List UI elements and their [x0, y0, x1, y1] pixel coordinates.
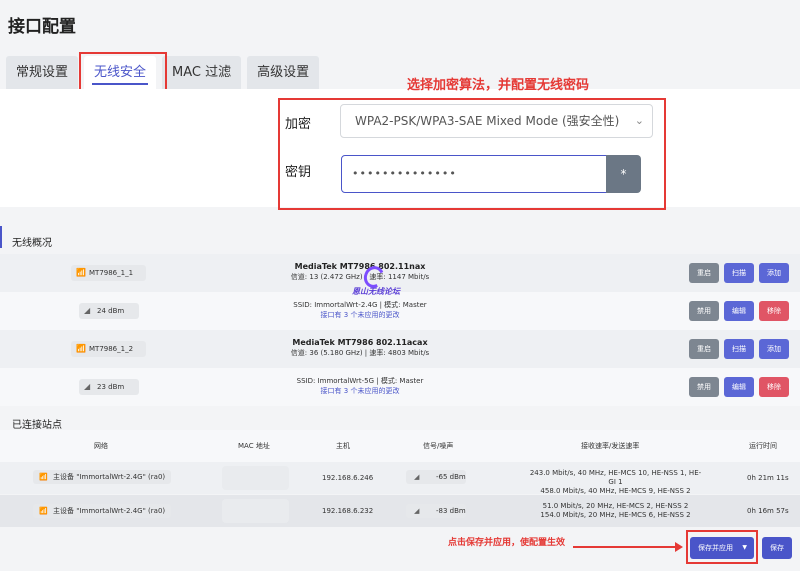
annotation-bottom: 点击保存并应用，使配置生效 — [448, 538, 566, 548]
password-field[interactable]: •••••••••••••• — [341, 155, 607, 193]
table-row: 📶 主设备 "ImmortalWrt-2.4G" (ra0) 192.168.6… — [0, 495, 800, 527]
section-accent-bar — [0, 226, 2, 248]
forum-watermark: 恩山无线论坛 — [352, 263, 400, 302]
page-title: 接口配置 — [8, 17, 76, 37]
interface-info: SSID: ImmortalWrt-2.4G | 模式: Master 接口有 … — [270, 300, 450, 320]
host-cell: 192.168.6.246 — [322, 474, 374, 482]
stations-title: 已连接站点 — [12, 420, 62, 431]
disable-button[interactable]: 禁用 — [689, 301, 719, 321]
edit-button[interactable]: 编辑 — [724, 377, 754, 397]
pending-changes-link[interactable]: 接口有 3 个未应用的更改 — [270, 386, 450, 396]
disable-button[interactable]: 禁用 — [689, 377, 719, 397]
signal-badge: ◢ -65 dBm — [406, 470, 466, 484]
uptime-cell: 0h 21m 11s — [747, 474, 789, 482]
signal-icon: ◢ — [414, 507, 420, 515]
wifi-icon: 📶 — [76, 344, 86, 353]
device-badge: 📶 MT7986_1_2 — [71, 341, 146, 357]
encryption-select[interactable]: WPA2-PSK/WPA3-SAE Mixed Mode (强安全性) ⌄ — [340, 104, 653, 138]
signal-icon: ◢ — [84, 306, 91, 315]
signal-badge: ◢ -83 dBm — [406, 504, 466, 518]
wifi-icon: 📶 — [76, 268, 86, 277]
scan-button[interactable]: 扫描 — [724, 263, 754, 283]
save-and-apply-button[interactable]: 保存并应用 ▼ — [690, 537, 754, 559]
tab-mac-filter[interactable]: MAC 过滤 — [162, 56, 242, 89]
host-cell: 192.168.6.232 — [322, 507, 374, 515]
edit-button[interactable]: 编辑 — [724, 301, 754, 321]
reveal-password-button[interactable]: * — [606, 155, 641, 193]
interface-info: SSID: ImmortalWrt-5G | 模式: Master 接口有 3 … — [270, 376, 450, 396]
annotation-top: 选择加密算法，并配置无线密码 — [407, 78, 590, 93]
restart-button[interactable]: 重启 — [689, 263, 719, 283]
chevron-down-icon: ⌄ — [634, 114, 644, 127]
pending-changes-link[interactable]: 接口有 3 个未应用的更改 — [270, 310, 450, 320]
signal-icon: ◢ — [84, 382, 91, 391]
stations-table-header — [0, 430, 800, 462]
col-rate: 接收速率/发送速率 — [581, 442, 640, 450]
arrow-right-icon — [573, 542, 683, 552]
key-label: 密钥 — [285, 165, 312, 180]
restart-button[interactable]: 重启 — [689, 339, 719, 359]
wireless-overview-title: 无线概况 — [12, 238, 52, 249]
encryption-label: 加密 — [285, 117, 312, 132]
rate-cell: 51.0 Mbit/s, 20 MHz, HE-MCS 2, HE-NSS 2 … — [540, 502, 691, 519]
col-signal: 信号/噪声 — [423, 442, 454, 450]
network-badge: 📶 主设备 "ImmortalWrt-2.4G" (ra0) — [33, 504, 172, 518]
table-row: 📶 主设备 "ImmortalWrt-2.4G" (ra0) 192.168.6… — [0, 462, 800, 495]
tab-advanced[interactable]: 高级设置 — [247, 56, 320, 89]
signal-icon: ◢ — [414, 473, 420, 481]
encryption-value: WPA2-PSK/WPA3-SAE Mixed Mode (强安全性) — [355, 114, 620, 128]
add-button[interactable]: 添加 — [759, 263, 789, 283]
radio-device-row: 📶 MT7986_1_2 MediaTek MT7986 802.11acax … — [0, 330, 800, 368]
caret-down-icon[interactable]: ▼ — [742, 537, 747, 559]
rate-cell: 243.0 Mbit/s, 40 MHz, HE-MCS 10, HE-NSS … — [529, 469, 702, 495]
scan-button[interactable]: 扫描 — [724, 339, 754, 359]
col-network: 网络 — [94, 442, 108, 450]
power-badge: ◢ 24 dBm — [79, 303, 139, 319]
tab-general[interactable]: 常规设置 — [6, 56, 79, 89]
col-host: 主机 — [336, 442, 350, 450]
remove-button[interactable]: 移除 — [759, 301, 789, 321]
remove-button[interactable]: 移除 — [759, 377, 789, 397]
uptime-cell: 0h 16m 57s — [747, 507, 789, 515]
save-button[interactable]: 保存 — [762, 537, 792, 559]
radio-interface-row: ◢ 24 dBm SSID: ImmortalWrt-2.4G | 模式: Ma… — [0, 292, 800, 330]
wifi-icon: 📶 — [39, 473, 48, 481]
radio-interface-row: ◢ 23 dBm SSID: ImmortalWrt-5G | 模式: Mast… — [0, 368, 800, 406]
wifi-icon: 📶 — [39, 507, 48, 515]
col-uptime: 运行时间 — [749, 442, 777, 450]
mac-address-redacted — [222, 499, 289, 523]
radio-device-row: 📶 MT7986_1_1 MediaTek MT7986 802.11nax 信… — [0, 254, 800, 292]
mac-address-redacted — [222, 466, 289, 490]
col-mac: MAC 地址 — [238, 442, 270, 450]
device-badge: 📶 MT7986_1_1 — [71, 265, 146, 281]
power-badge: ◢ 23 dBm — [79, 379, 139, 395]
device-info: MediaTek MT7986 802.11acax 信道: 36 (5.180… — [290, 338, 430, 357]
network-badge: 📶 主设备 "ImmortalWrt-2.4G" (ra0) — [33, 470, 172, 484]
add-button[interactable]: 添加 — [759, 339, 789, 359]
